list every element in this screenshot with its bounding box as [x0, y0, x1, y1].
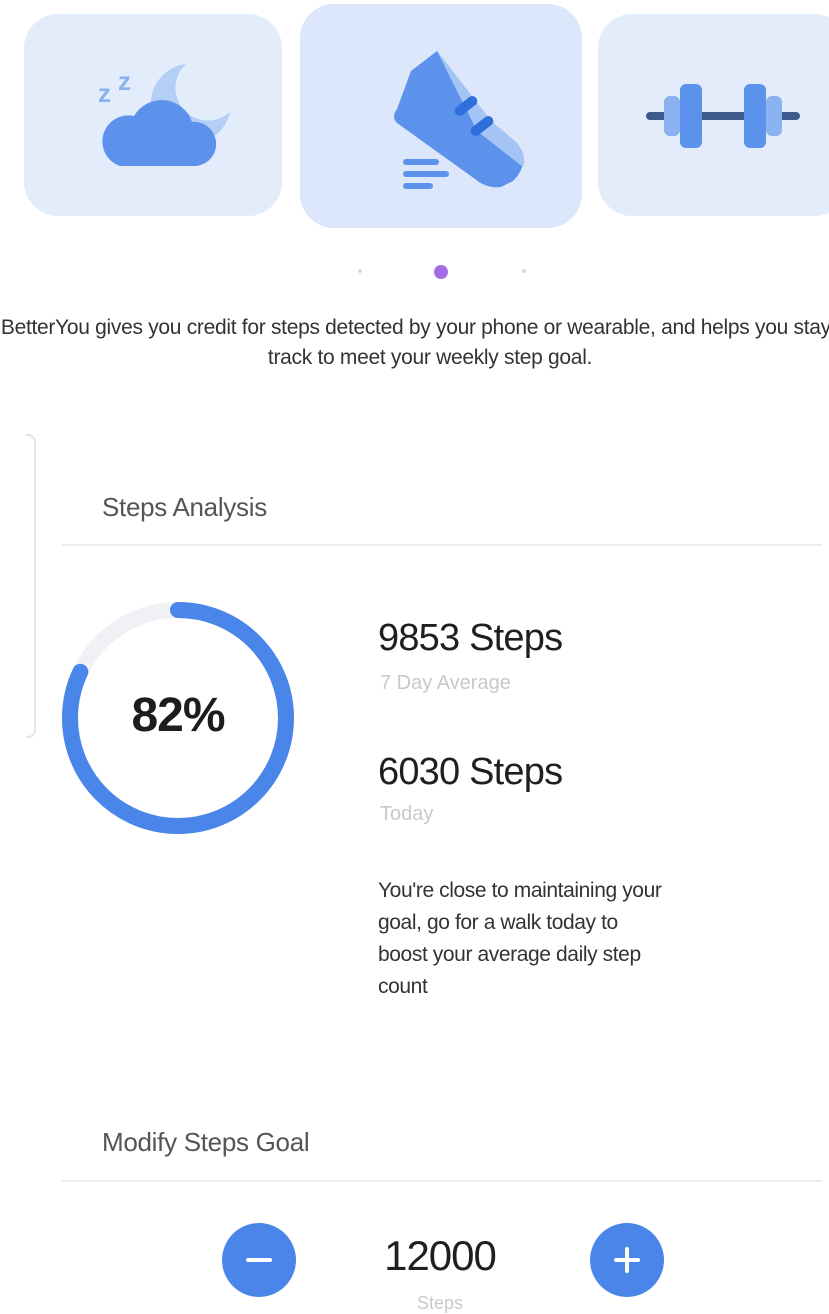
decrease-goal-button[interactable] [222, 1223, 296, 1297]
strength-card[interactable] [598, 14, 829, 216]
divider [62, 1180, 822, 1182]
average-steps-value: 9853 Steps [378, 617, 563, 659]
page-dot-active[interactable] [434, 265, 448, 279]
progress-percentage: 82% [131, 689, 225, 742]
steps-analysis-title: Steps Analysis [102, 492, 267, 522]
page-dot[interactable] [522, 269, 526, 273]
average-steps-label: 7 Day Average [380, 672, 511, 694]
today-steps-value: 6030 Steps [378, 751, 563, 793]
side-bracket [26, 434, 36, 738]
page-dot[interactable] [358, 269, 362, 273]
modify-goal-title: Modify Steps Goal [102, 1127, 310, 1157]
carousel-description: BetterYou gives you credit for steps det… [0, 316, 829, 369]
svg-text:z: z [98, 78, 111, 108]
steps-tip: You're close to maintaining your goal, g… [378, 879, 662, 998]
divider [62, 544, 822, 546]
carousel-pagination [0, 265, 829, 279]
increase-goal-button[interactable] [590, 1223, 664, 1297]
plus-icon [614, 1247, 640, 1273]
minus-icon [246, 1258, 272, 1262]
sneaker-icon [394, 51, 525, 189]
goal-unit: Steps [416, 1293, 464, 1313]
goal-value: 12000 [384, 1232, 497, 1279]
dumbbell-icon [646, 84, 800, 148]
today-steps-label: Today [380, 803, 434, 825]
sleep-card[interactable]: z z [24, 14, 282, 216]
svg-text:z: z [118, 66, 131, 96]
moon-cloud-icon: z z [98, 64, 230, 166]
steps-card[interactable] [300, 4, 582, 228]
